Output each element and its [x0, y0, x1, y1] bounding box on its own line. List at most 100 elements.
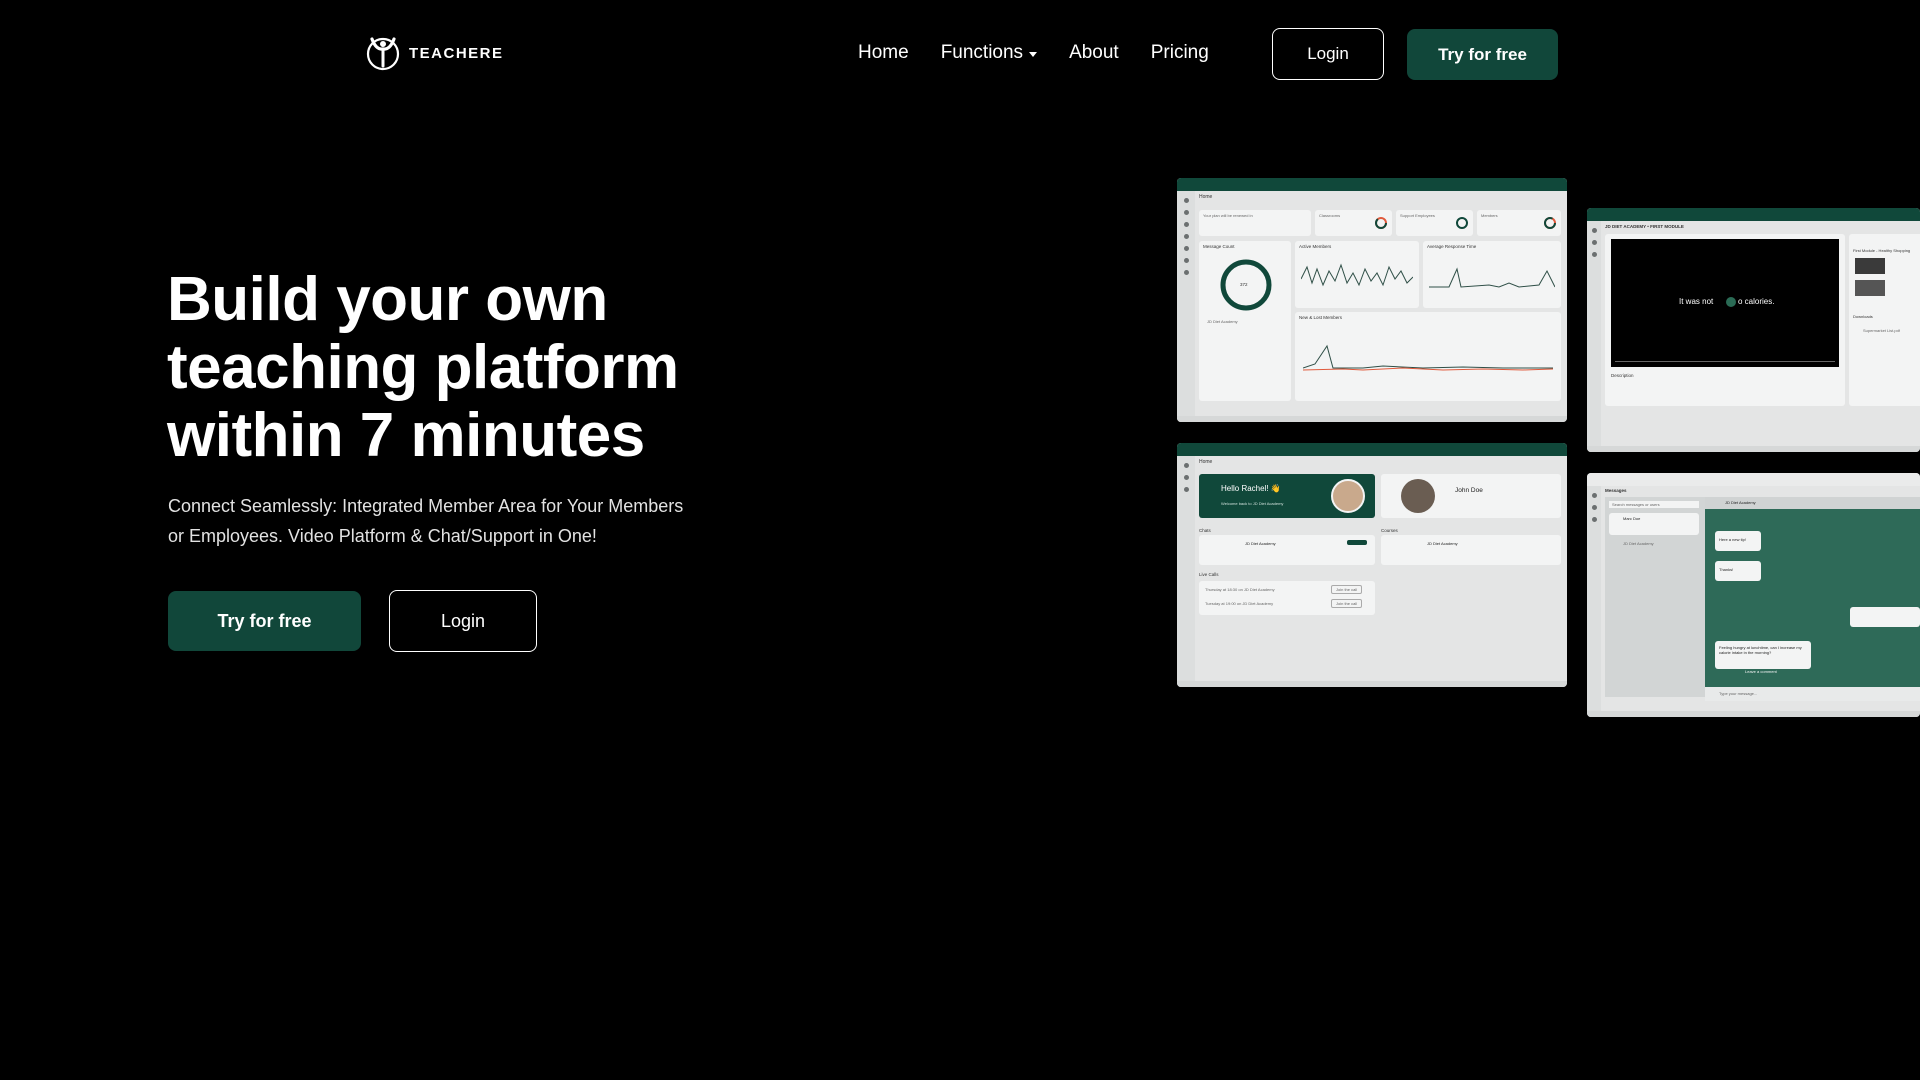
landing-page: TEACHERE Home Functions About Pricing Lo…	[0, 0, 1920, 1080]
teachere-logo-icon	[366, 37, 400, 71]
chat-contacts-panel: Search messages or users Marc Doe JD Die…	[1605, 497, 1705, 697]
leave-comment-link[interactable]: Leave a comment	[1745, 669, 1777, 674]
chat-message: Here a new tip!	[1715, 531, 1761, 551]
dashboard-members-card: Members	[1477, 210, 1561, 236]
donut-mini-icon	[1456, 217, 1468, 229]
live-calls-card: Thursday at 18:30 on JD Diet Academy Joi…	[1199, 581, 1375, 615]
dashboard-classrooms-card: Classrooms	[1315, 210, 1392, 236]
hero-try-free-button[interactable]: Try for free	[168, 591, 361, 651]
chat-message-text: Thanks!	[1719, 567, 1734, 572]
video-caption-start: It was not	[1679, 297, 1714, 306]
play-icon[interactable]	[1726, 297, 1736, 307]
dashboard-classrooms-label: Classrooms	[1319, 213, 1341, 218]
hero-headline-line-2: teaching platform	[167, 333, 679, 402]
dashboard-response-time-label: Average Response Time	[1427, 244, 1477, 249]
chat-thread-header: JD Diet Academy	[1705, 497, 1920, 509]
header-login-button[interactable]: Login	[1272, 28, 1384, 80]
nav-functions[interactable]: Functions	[940, 42, 1038, 64]
brand-logo[interactable]: TEACHERE	[363, 35, 504, 71]
profile-name: John Doe	[1455, 487, 1483, 494]
nav-pricing-label: Pricing	[1150, 42, 1209, 63]
header-try-free-button[interactable]: Try for free	[1407, 29, 1558, 80]
hero-headline-line-1: Build your own	[167, 265, 608, 334]
chat-thread: JD Diet Academy Here a new tip! Thanks! …	[1705, 497, 1920, 701]
nav-about-label: About	[1069, 42, 1119, 63]
dashboard-plan-text: Your plan will be renewed in	[1203, 213, 1253, 218]
chat-message-text: Here a new tip!	[1719, 537, 1746, 542]
avatar	[1331, 479, 1365, 513]
response-time-sparkline	[1429, 267, 1555, 288]
hero-headline: Build your own teaching platform within …	[167, 266, 867, 470]
hero-subheadline-line-1: Connect Seamlessly: Integrated Member Ar…	[168, 496, 684, 516]
main-nav: Home Functions About Pricing	[858, 42, 1209, 64]
video-card: It was not o calories. Description	[1605, 234, 1845, 406]
video-header: JD DIET ACADEMY • FIRST MODULE	[1605, 224, 1684, 229]
dashboard-support-label: Support Employees	[1400, 213, 1435, 218]
nav-home-label: Home	[858, 42, 909, 63]
video-description-label: Description	[1611, 373, 1634, 378]
welcome-footer	[1177, 681, 1567, 687]
dashboard-new-lost-label: New & Lost Members	[1299, 315, 1343, 320]
nav-functions-label: Functions	[940, 42, 1024, 63]
dashboard-members-label: Members	[1481, 213, 1498, 218]
dashboard-active-members-panel: Active Members	[1295, 241, 1419, 308]
video-downloads-label: Downloads	[1853, 314, 1873, 319]
video-progress-bar[interactable]	[1615, 361, 1835, 362]
call-item-2: Tuesday at 19:00 on JD Diet Academy	[1205, 601, 1274, 606]
video-caption-end: o calories.	[1738, 297, 1775, 306]
video-module-list: First Module - Healthy Shopping Download…	[1849, 234, 1920, 406]
dashboard-screenshot: Home Your plan will be renewed in Classr…	[1177, 178, 1567, 422]
nav-about[interactable]: About	[1069, 42, 1119, 64]
chat-search-input[interactable]: Search messages or users	[1609, 501, 1699, 508]
hero-login-button[interactable]: Login	[389, 590, 537, 652]
module-thumbnail[interactable]	[1855, 258, 1885, 274]
nav-home[interactable]: Home	[858, 42, 909, 64]
chat-footer	[1587, 711, 1920, 717]
chat-header: Messages	[1605, 488, 1627, 493]
video-player[interactable]: It was not o calories.	[1611, 239, 1839, 367]
module-thumbnail[interactable]	[1855, 280, 1885, 296]
join-call-button[interactable]: Join the call	[1331, 599, 1363, 608]
course-card[interactable]: JD Diet Academy	[1381, 535, 1561, 565]
chat-contact-academy: JD Diet Academy	[1623, 541, 1654, 546]
welcome-greeting: Hello Rachel! 👋	[1221, 484, 1281, 493]
dashboard-topbar	[1177, 178, 1567, 191]
call-item-1: Thursday at 18:30 on JD Diet Academy	[1205, 587, 1275, 592]
welcome-greeting-sub: Welcome back to JD Diet Academy	[1221, 501, 1284, 506]
new-lost-line-chart	[1303, 344, 1553, 371]
brand-name: TEACHERE	[409, 44, 504, 62]
hero-subheadline-line-2: or Employees. Video Platform & Chat/Supp…	[168, 526, 597, 546]
dashboard-plan-card: Your plan will be renewed in	[1199, 210, 1311, 236]
chat-sidebar	[1587, 486, 1601, 717]
avatar	[1401, 479, 1435, 513]
dashboard-support-card: Support Employees	[1396, 210, 1473, 236]
dashboard-header: Home	[1199, 194, 1213, 200]
hero-headline-line-3: within 7 minutes	[167, 401, 645, 470]
chat-thread-title: JD Diet Academy	[1725, 500, 1756, 505]
chat-message-input[interactable]: Type your message...	[1719, 691, 1757, 696]
video-topbar	[1587, 208, 1920, 221]
video-download-item[interactable]: Supermarket List.pdf	[1863, 328, 1900, 333]
welcome-banner: Hello Rachel! 👋 Welcome back to JD Diet …	[1199, 474, 1375, 518]
dashboard-footer	[1177, 416, 1567, 422]
nav-pricing[interactable]: Pricing	[1151, 42, 1209, 64]
dashboard-academy-label: JD Diet Academy	[1207, 319, 1238, 324]
chat-contact-name: Marc Doe	[1623, 516, 1641, 521]
chat-message-outgoing	[1850, 607, 1920, 627]
dashboard-message-count-label: Message Count	[1203, 244, 1235, 249]
dashboard-message-count-panel: Message Count 372 JD Diet Academy	[1199, 241, 1291, 401]
course-card-title: JD Diet Academy	[1427, 541, 1458, 546]
status-badge	[1347, 540, 1367, 545]
chat-message: Thanks!	[1715, 561, 1761, 581]
dashboard-response-time-panel: Average Response Time	[1423, 241, 1561, 308]
chat-topbar	[1587, 473, 1920, 486]
welcome-header: Home	[1199, 459, 1213, 465]
hero-subheadline: Connect Seamlessly: Integrated Member Ar…	[168, 491, 748, 551]
welcome-sidebar	[1177, 456, 1195, 687]
video-sidebar	[1587, 221, 1601, 452]
chat-contact-item[interactable]: Marc Doe	[1609, 513, 1699, 535]
chat-card[interactable]: JD Diet Academy	[1199, 535, 1375, 565]
donut-mini-icon	[1544, 217, 1556, 229]
join-call-button[interactable]: Join the call	[1331, 585, 1363, 594]
courses-label: Courses	[1381, 528, 1398, 533]
